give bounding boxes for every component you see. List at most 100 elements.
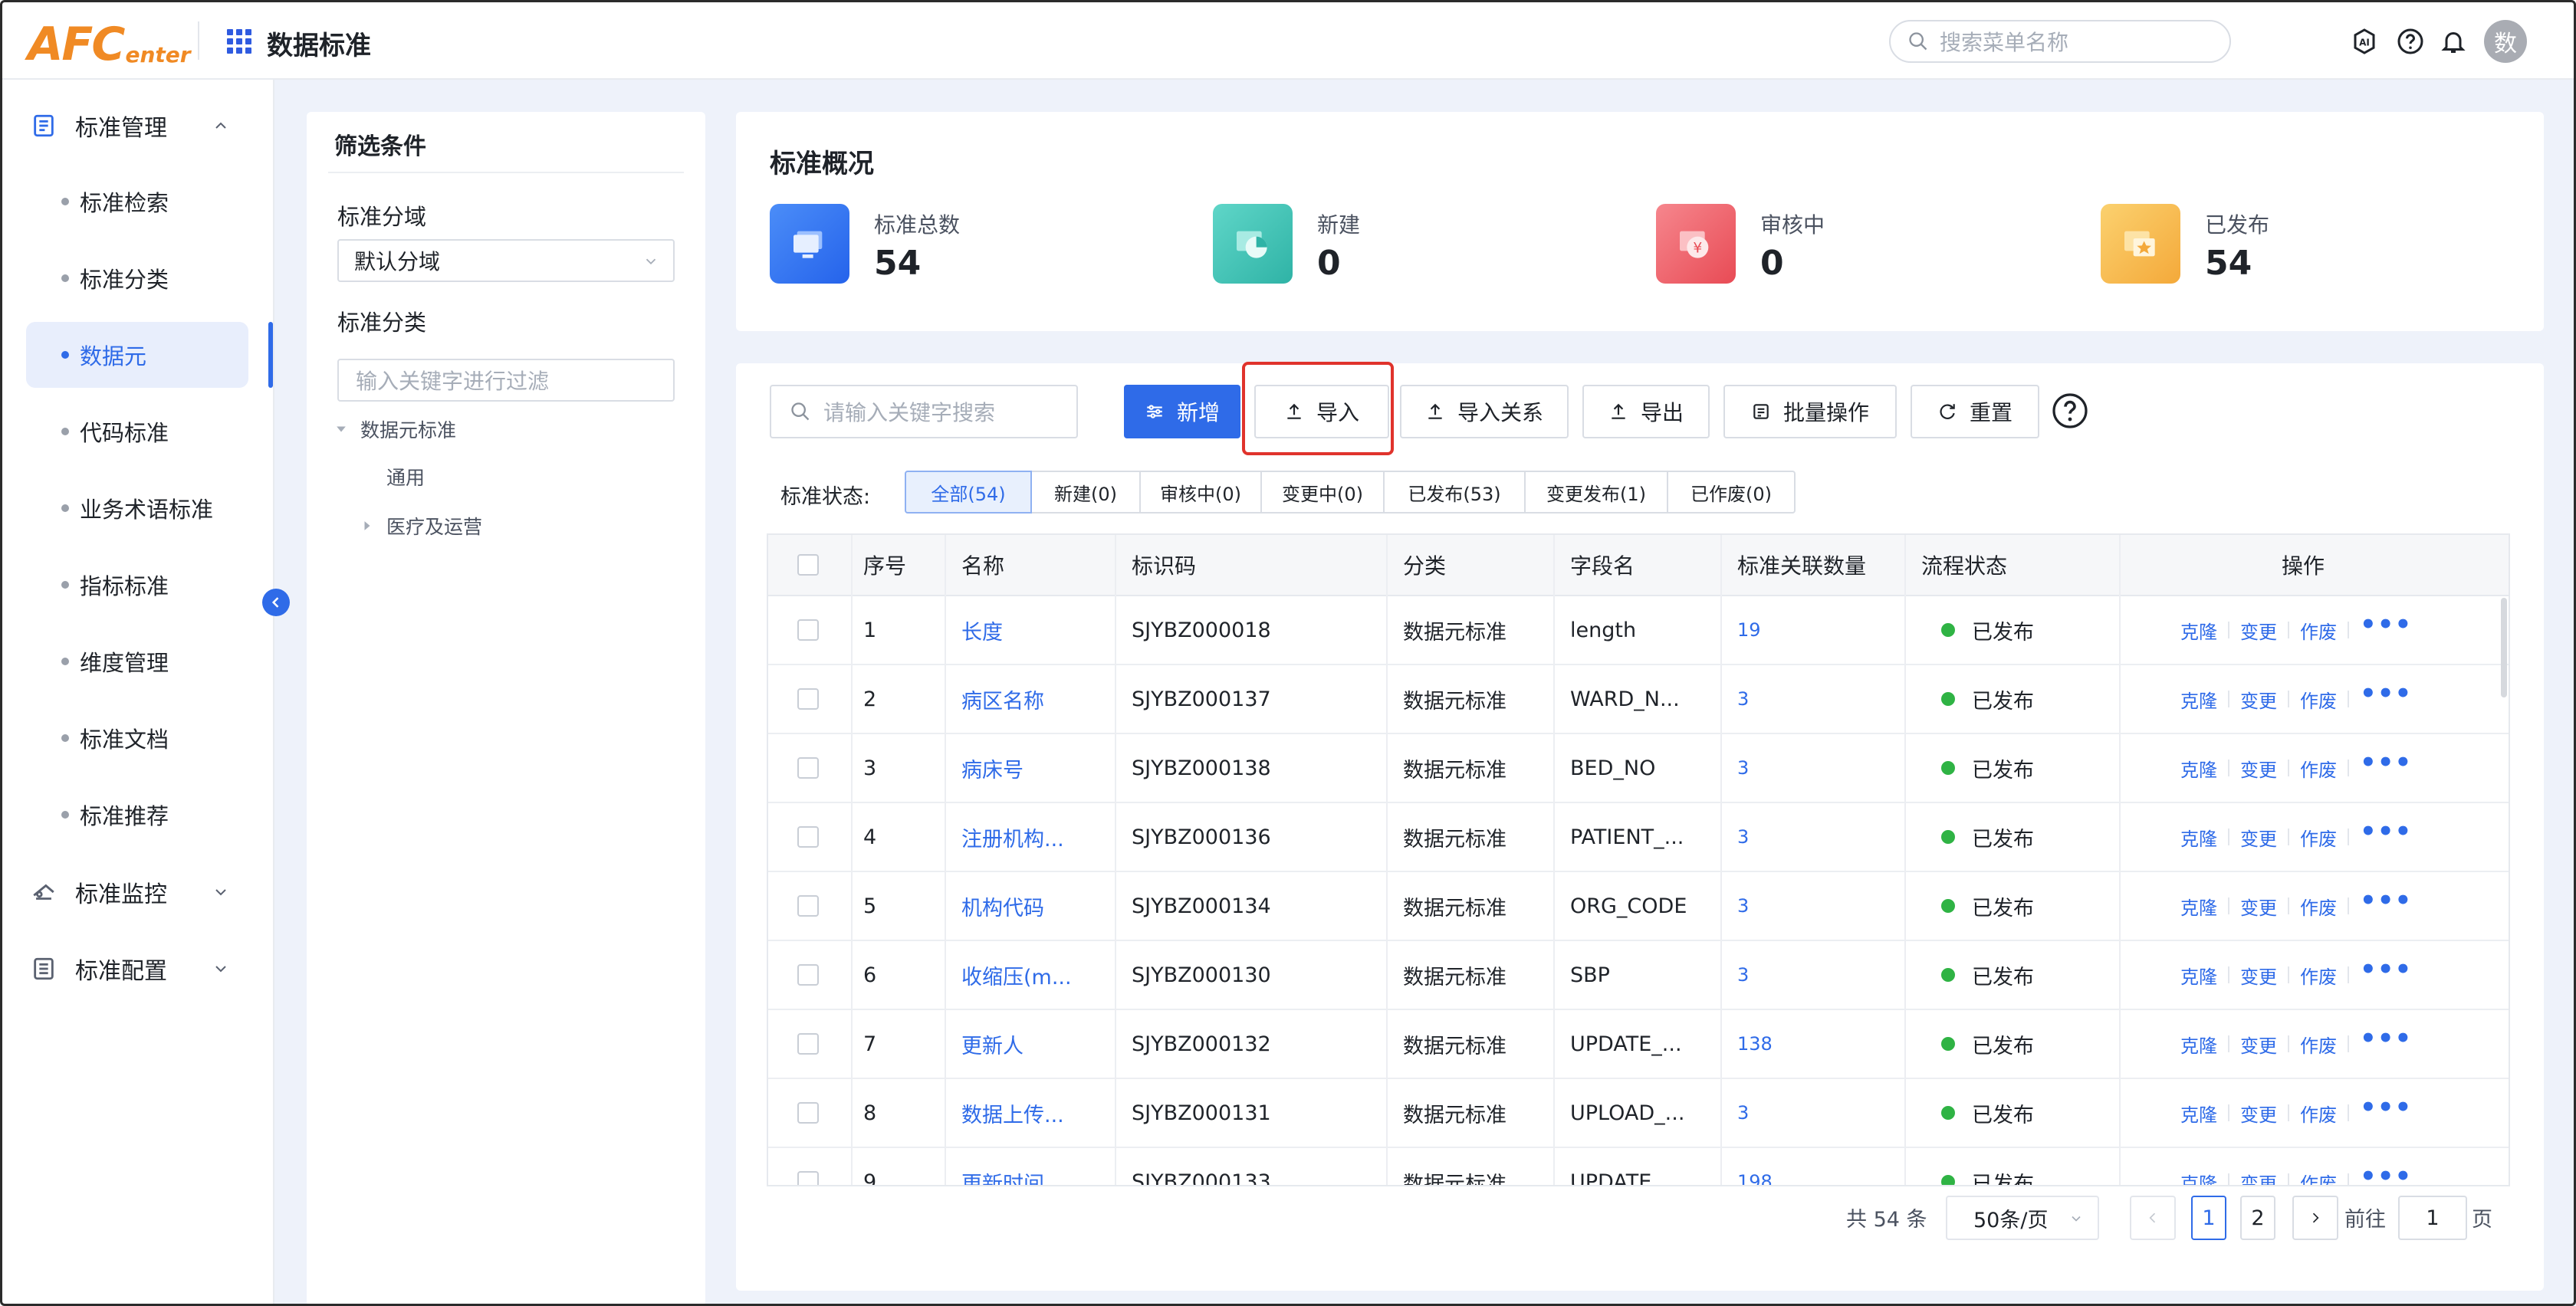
sidebar-item-dimension[interactable]: 维度管理	[26, 628, 248, 694]
void-link[interactable]: 作废	[2300, 893, 2337, 920]
row-checkbox[interactable]	[797, 941, 819, 1009]
row-name-link[interactable]: 病床号	[961, 734, 1024, 802]
more-actions-icon[interactable]: •••	[2360, 885, 2412, 916]
sidebar-collapse-button[interactable]	[262, 589, 290, 616]
clone-link[interactable]: 克隆	[2180, 1169, 2217, 1186]
status-option-reviewing[interactable]: 审核中(0)	[1139, 471, 1262, 514]
sidebar-item-code-standard[interactable]: 代码标准	[26, 399, 248, 464]
table-row[interactable]: 1 长度 SJYBZ000018 数据元标准 length 19 已发布 克隆 变更 作废 •••	[768, 596, 2509, 665]
clone-link[interactable]: 克隆	[2180, 824, 2217, 851]
goto-page-input[interactable]: 1	[2398, 1196, 2467, 1240]
table-row[interactable]: 2 病区名称 SJYBZ000137 数据元标准 WARD_N... 3 已发布 克隆 变更 作废…	[768, 665, 2509, 734]
change-link[interactable]: 变更	[2240, 755, 2277, 782]
table-row[interactable]: 8 数据上传... SJYBZ000131 数据元标准 UPLOAD_... 3 已发布 克隆…	[768, 1079, 2509, 1148]
row-name-link[interactable]: 更新时间	[961, 1148, 1044, 1186]
sidebar-item-standard-category[interactable]: 标准分类	[26, 245, 248, 311]
sidebar-item-business-term[interactable]: 业务术语标准	[26, 475, 248, 541]
change-link[interactable]: 变更	[2240, 962, 2277, 989]
table-row[interactable]: 5 机构代码 SJYBZ000134 数据元标准 ORG_CODE 3 已发布 克隆 变更 作废 •…	[768, 872, 2509, 941]
reset-button[interactable]: 重置	[1911, 385, 2039, 438]
void-link[interactable]: 作废	[2300, 755, 2337, 782]
row-relation-count[interactable]: 3	[1737, 734, 1749, 802]
tree-node-medical-operations[interactable]: 医疗及运营	[362, 512, 482, 540]
domain-select[interactable]: 默认分域	[337, 239, 675, 282]
keyword-search-input[interactable]: 请输入关键字搜索	[770, 385, 1078, 438]
row-name-link[interactable]: 长度	[961, 596, 1003, 664]
app-grid-icon[interactable]	[227, 29, 251, 54]
void-link[interactable]: 作废	[2300, 962, 2337, 989]
void-link[interactable]: 作废	[2300, 1031, 2337, 1058]
row-checkbox[interactable]	[797, 734, 819, 802]
page-size-select[interactable]: 50条/页	[1946, 1196, 2099, 1240]
avatar[interactable]: 数	[2484, 20, 2527, 63]
status-option-change-published[interactable]: 变更发布(1)	[1524, 471, 1668, 514]
clone-link[interactable]: 克隆	[2180, 686, 2217, 713]
row-name-link[interactable]: 数据上传...	[961, 1079, 1064, 1147]
row-checkbox[interactable]	[797, 803, 819, 871]
row-checkbox[interactable]	[797, 1010, 819, 1078]
bell-icon[interactable]	[2438, 26, 2469, 57]
table-row[interactable]: 4 注册机构... SJYBZ000136 数据元标准 PATIENT_... 3 已发布 克…	[768, 803, 2509, 872]
status-option-published[interactable]: 已发布(53)	[1383, 471, 1526, 514]
row-checkbox[interactable]	[797, 872, 819, 940]
change-link[interactable]: 变更	[2240, 1100, 2277, 1127]
void-link[interactable]: 作废	[2300, 824, 2337, 851]
table-row[interactable]: 7 更新人 SJYBZ000132 数据元标准 UPDATE_... 138 已发布 克隆 变更…	[768, 1010, 2509, 1079]
sidebar-item-standard-search[interactable]: 标准检索	[26, 169, 248, 235]
more-actions-icon[interactable]: •••	[2360, 816, 2412, 847]
table-row[interactable]: 3 病床号 SJYBZ000138 数据元标准 BED_NO 3 已发布 克隆 变更 作废 •••	[768, 734, 2509, 803]
more-actions-icon[interactable]: •••	[2360, 1023, 2412, 1054]
sidebar-group-standard-management[interactable]: 标准管理	[31, 103, 226, 149]
row-checkbox[interactable]	[797, 596, 819, 664]
change-link[interactable]: 变更	[2240, 893, 2277, 920]
more-actions-icon[interactable]: •••	[2360, 1161, 2412, 1185]
row-relation-count[interactable]: 3	[1737, 803, 1749, 871]
void-link[interactable]: 作废	[2300, 617, 2337, 644]
more-actions-icon[interactable]: •••	[2360, 678, 2412, 709]
status-option-changing[interactable]: 变更中(0)	[1260, 471, 1385, 514]
row-checkbox[interactable]	[797, 1148, 819, 1185]
clone-link[interactable]: 克隆	[2180, 1100, 2217, 1127]
status-option-new[interactable]: 新建(0)	[1030, 471, 1141, 514]
row-name-link[interactable]: 病区名称	[961, 665, 1044, 733]
row-relation-count[interactable]: 19	[1737, 596, 1761, 664]
table-row[interactable]: 6 收缩压(m... SJYBZ000130 数据元标准 SBP 3 已发布 克隆 变更 作废 ••…	[768, 941, 2509, 1010]
tree-node-general[interactable]: 通用	[386, 463, 425, 491]
void-link[interactable]: 作废	[2300, 686, 2337, 713]
help-icon[interactable]	[2395, 26, 2426, 57]
more-actions-icon[interactable]: •••	[2360, 954, 2412, 985]
page-1-button[interactable]: 1	[2191, 1196, 2226, 1240]
table-scrollbar[interactable]	[2501, 598, 2507, 697]
change-link[interactable]: 变更	[2240, 617, 2277, 644]
clone-link[interactable]: 克隆	[2180, 617, 2217, 644]
import-button[interactable]: 导入	[1254, 385, 1389, 438]
row-relation-count[interactable]: 3	[1737, 1079, 1749, 1147]
clone-link[interactable]: 克隆	[2180, 1031, 2217, 1058]
sidebar-item-metric-standard[interactable]: 指标标准	[26, 552, 248, 618]
add-button[interactable]: 新增	[1124, 385, 1240, 438]
help-icon[interactable]	[2052, 392, 2088, 429]
change-link[interactable]: 变更	[2240, 686, 2277, 713]
more-actions-icon[interactable]: •••	[2360, 609, 2412, 640]
table-row[interactable]: 9 更新时间 SJYBZ000133 数据元标准 UPDATE_... 198 已发布 克隆 变…	[768, 1148, 2509, 1186]
import-relation-button[interactable]: 导入关系	[1400, 385, 1569, 438]
sidebar-item-data-element[interactable]: 数据元	[26, 322, 248, 388]
void-link[interactable]: 作废	[2300, 1169, 2337, 1186]
more-actions-icon[interactable]: •••	[2360, 1092, 2412, 1123]
status-option-all[interactable]: 全部(54)	[905, 471, 1032, 514]
status-option-voided[interactable]: 已作废(0)	[1667, 471, 1796, 514]
prev-page-button[interactable]	[2130, 1196, 2176, 1240]
page-2-button[interactable]: 2	[2240, 1196, 2275, 1240]
tree-node-data-element-standard[interactable]: 数据元标准	[336, 415, 456, 443]
sidebar-group-standard-config[interactable]: 标准配置	[31, 946, 226, 992]
change-link[interactable]: 变更	[2240, 1031, 2277, 1058]
change-link[interactable]: 变更	[2240, 1169, 2277, 1186]
row-checkbox[interactable]	[797, 665, 819, 733]
row-name-link[interactable]: 注册机构...	[961, 803, 1064, 871]
row-relation-count[interactable]: 3	[1737, 941, 1749, 1009]
row-relation-count[interactable]: 3	[1737, 665, 1749, 733]
select-all-checkbox[interactable]	[797, 535, 819, 595]
sidebar-item-standard-docs[interactable]: 标准文档	[26, 705, 248, 771]
next-page-button[interactable]	[2292, 1196, 2338, 1240]
sidebar-group-standard-monitor[interactable]: 标准监控	[31, 869, 226, 915]
